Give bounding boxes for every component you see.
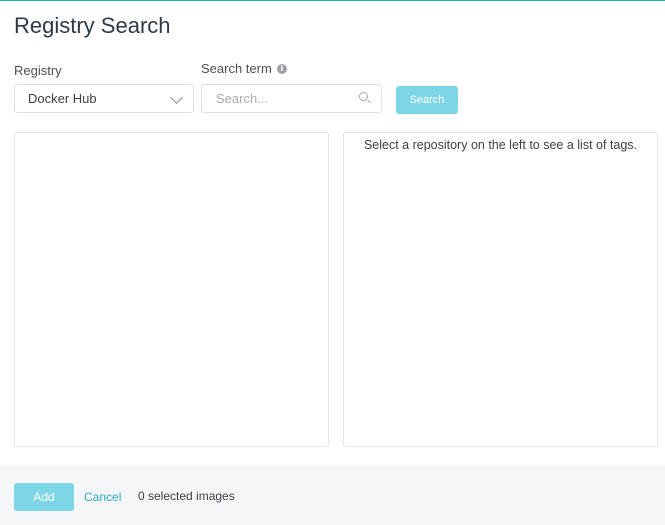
page-title: Registry Search (14, 13, 171, 38)
registry-select[interactable]: Docker Hub (14, 84, 194, 113)
repositories-panel[interactable] (14, 132, 329, 447)
registry-search-page: Registry Search Registry Search term i D… (0, 0, 665, 525)
add-button[interactable]: Add (14, 483, 74, 511)
selected-images-count: 0 selected images (138, 489, 235, 503)
tags-panel[interactable]: Select a repository on the left to see a… (343, 132, 658, 447)
search-term-label: Search term (201, 61, 272, 76)
search-term-label-group: Search term i (201, 61, 287, 76)
search-button[interactable]: Search (396, 86, 458, 114)
search-input[interactable] (201, 84, 382, 113)
cancel-link[interactable]: Cancel (84, 490, 121, 504)
chevron-down-icon (170, 91, 183, 104)
search-icon (359, 92, 368, 101)
registry-select-value: Docker Hub (28, 91, 97, 106)
info-icon[interactable]: i (276, 63, 287, 74)
registry-label: Registry (14, 63, 62, 78)
tags-empty-message: Select a repository on the left to see a… (363, 138, 638, 152)
